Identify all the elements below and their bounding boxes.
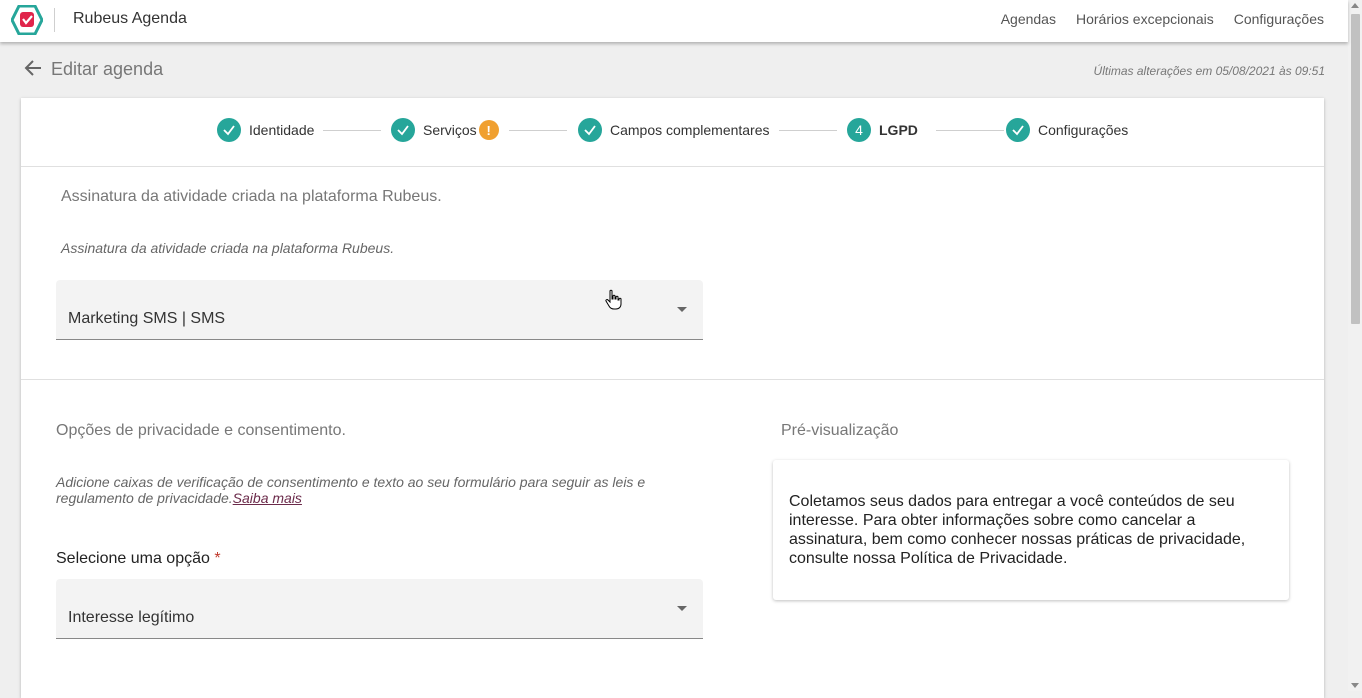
check-icon: [391, 118, 415, 142]
saiba-mais-link[interactable]: Saiba mais: [233, 490, 302, 506]
step-campos-complementares[interactable]: Campos complementares: [578, 118, 770, 142]
step-number: 4: [847, 118, 871, 142]
nav-configuracoes[interactable]: Configurações: [1234, 11, 1324, 27]
signature-select-value: Marketing SMS | SMS: [68, 310, 226, 327]
scroll-up-arrow-icon[interactable]: [1351, 3, 1359, 8]
step-configuracoes[interactable]: Configurações: [1006, 118, 1128, 142]
signature-title: Assinatura da atividade criada na plataf…: [61, 188, 442, 205]
nav-agendas[interactable]: Agendas: [1001, 11, 1056, 27]
vertical-scrollbar[interactable]: [1348, 0, 1362, 691]
header-divider: [54, 8, 55, 32]
step-label: LGPD: [879, 122, 918, 138]
scrollbar-thumb[interactable]: [1351, 14, 1360, 324]
check-icon: [217, 118, 241, 142]
required-mark: *: [214, 550, 221, 567]
check-icon: [1006, 118, 1030, 142]
preview-text: Coletamos seus dados para entregar a voc…: [789, 493, 1246, 567]
step-label: Identidade: [249, 122, 315, 138]
select-option-label: Selecione uma opção *: [56, 550, 221, 568]
back-arrow-icon[interactable]: [24, 59, 42, 77]
select-option-label-text: Selecione uma opção: [56, 550, 210, 567]
preview-box: Coletamos seus dados para entregar a voc…: [773, 460, 1289, 600]
step-connector: [323, 130, 381, 131]
warning-icon: !: [478, 120, 499, 140]
step-servicos[interactable]: Serviços !: [391, 118, 499, 142]
form-card: Identidade Serviços ! Campos complementa…: [21, 98, 1324, 698]
signature-hint: Assinatura da atividade criada na plataf…: [61, 240, 395, 256]
step-connector: [936, 130, 1004, 131]
page-title: Editar agenda: [51, 59, 164, 79]
app-title: Rubeus Agenda: [73, 10, 187, 27]
scroll-down-arrow-icon[interactable]: [1351, 683, 1359, 688]
step-label: Configurações: [1038, 122, 1129, 138]
check-icon: [578, 118, 602, 142]
section-divider: [21, 379, 1324, 380]
hand-cursor-icon: [605, 289, 622, 310]
consent-option-select[interactable]: Interesse legítimo: [56, 579, 703, 639]
nav-horarios-excepcionais[interactable]: Horários excepcionais: [1076, 11, 1214, 27]
stepper: Identidade Serviços ! Campos complementa…: [21, 98, 1324, 167]
dropdown-arrow-icon: [677, 307, 687, 312]
top-bar: Rubeus Agenda Agendas Horários excepcion…: [0, 0, 1348, 42]
privacy-hint: Adicione caixas de verificação de consen…: [56, 474, 716, 506]
dropdown-arrow-icon: [677, 606, 687, 611]
preview-title: Pré-visualização: [781, 422, 899, 439]
consent-option-value: Interesse legítimo: [68, 609, 195, 626]
top-nav: Agendas Horários excepcionais Configuraç…: [1001, 11, 1324, 27]
step-lgpd[interactable]: 4 LGPD: [847, 118, 918, 142]
privacy-title: Opções de privacidade e consentimento.: [56, 422, 346, 439]
privacy-hint-text: Adicione caixas de verificação de consen…: [56, 474, 646, 506]
step-label: Campos complementares: [610, 122, 770, 138]
step-label: Serviços: [423, 122, 477, 138]
last-changes-text: Últimas alterações em 05/08/2021 às 09:5…: [1093, 64, 1325, 78]
step-identidade[interactable]: Identidade: [217, 118, 314, 142]
step-connector: [779, 130, 837, 131]
rubeus-logo-icon[interactable]: [11, 5, 43, 35]
step-connector: [509, 130, 567, 131]
